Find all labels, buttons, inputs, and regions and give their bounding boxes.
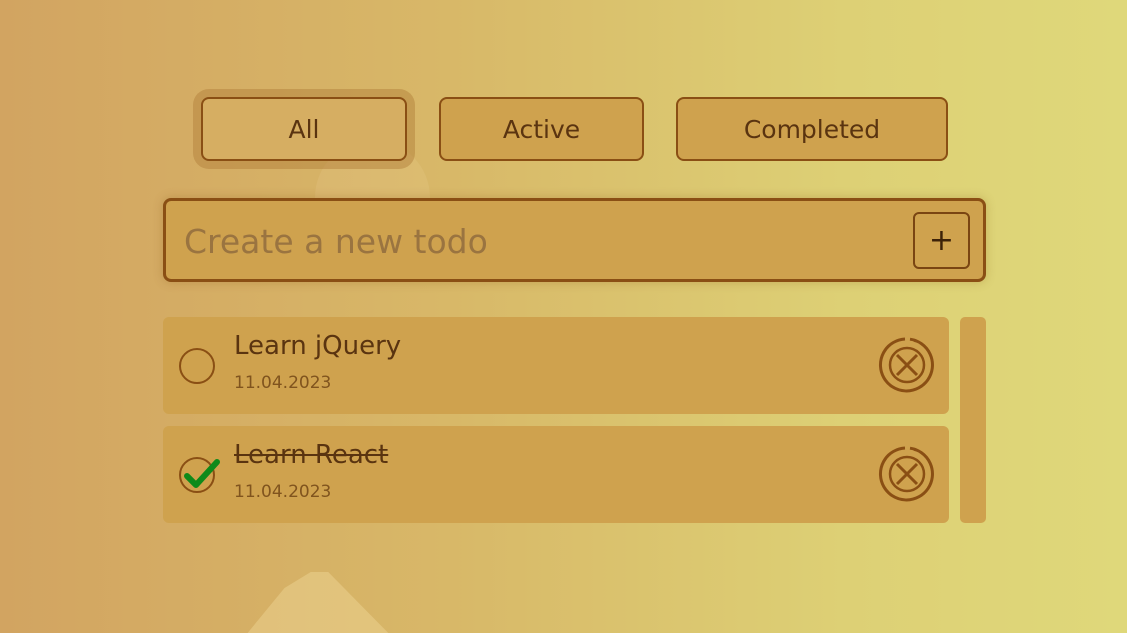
todo-date: 11.04.2023 [234,482,332,502]
checkmark-icon [184,459,220,488]
close-circle-icon [879,337,934,393]
filter-all-button[interactable]: All [201,97,407,161]
todo-date: 11.04.2023 [234,373,332,393]
todo-checkbox[interactable] [179,457,220,493]
todo-item: Learn jQuery 11.04.2023 [163,317,949,414]
new-todo-form: + [163,198,986,282]
todo-title: Learn React [234,440,389,470]
delete-todo-button[interactable] [877,335,937,395]
filter-completed-button[interactable]: Completed [676,97,948,161]
todo-list-scrollbar[interactable] [960,317,986,523]
todo-checkbox[interactable] [179,348,215,384]
delete-todo-button[interactable] [877,444,937,504]
new-todo-input[interactable] [184,215,884,267]
background-decor-shape [232,572,407,633]
close-circle-icon [879,446,934,502]
todo-item: Learn React 11.04.2023 [163,426,949,523]
todo-title: Learn jQuery [234,331,402,361]
add-todo-button[interactable]: + [913,212,970,269]
plus-icon: + [928,223,955,258]
filter-active-button[interactable]: Active [439,97,644,161]
